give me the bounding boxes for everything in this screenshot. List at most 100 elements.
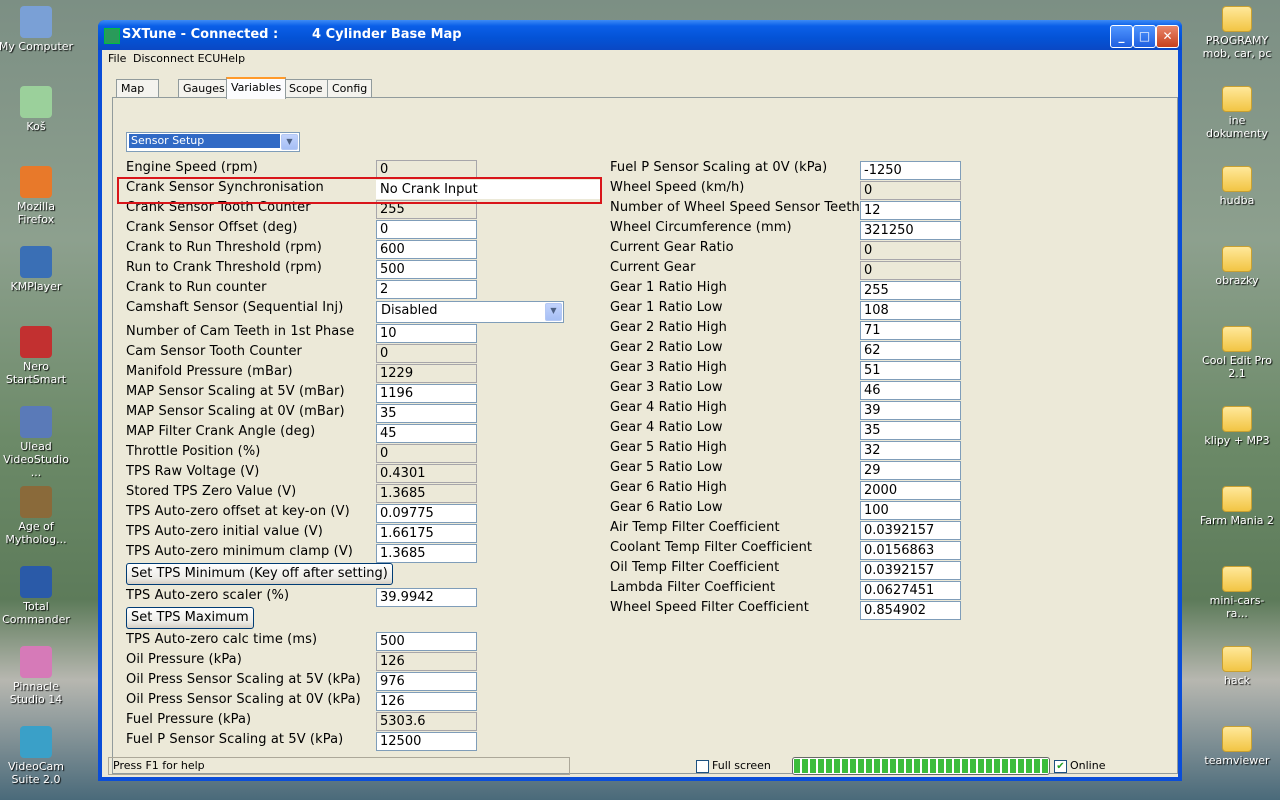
menu-bar: File Disconnect ECU Help: [102, 50, 1178, 68]
title-bar[interactable]: SXTune - Connected : 4 Cylinder Base Map…: [98, 20, 1182, 50]
folder-icon: [1222, 166, 1252, 192]
app-icon: [20, 486, 52, 518]
field-throttle-position: 0: [376, 444, 477, 463]
desktop-icon-teamviewer[interactable]: teamviewer: [1199, 726, 1275, 767]
field-gear-5-ratio-high[interactable]: 32: [860, 441, 961, 460]
label-map-filter-crank-angle-deg: MAP Filter Crank Angle (deg): [126, 424, 316, 439]
tab-gauges[interactable]: Gauges: [178, 79, 230, 97]
field-map-filter-crank-angle-deg[interactable]: 45: [376, 424, 477, 443]
field-gear-4-ratio-low[interactable]: 35: [860, 421, 961, 440]
desktop-icon-hudba[interactable]: hudba: [1199, 166, 1275, 207]
set-tps-maximum-button[interactable]: Set TPS Maximum: [126, 607, 254, 629]
desktop-icon-label: Pinnacle Studio 14: [9, 680, 63, 706]
category-select[interactable]: Sensor Setup ▼: [126, 132, 300, 152]
chevron-down-icon[interactable]: ▼: [545, 303, 562, 321]
desktop-icon-mini-cars-ra[interactable]: mini-cars-ra...: [1199, 566, 1275, 620]
chevron-down-icon[interactable]: ▼: [281, 134, 298, 150]
menu-disconnect-ecu[interactable]: Disconnect ECU: [133, 52, 220, 65]
field-gear-1-ratio-low[interactable]: 108: [860, 301, 961, 320]
minimize-button[interactable]: _: [1110, 25, 1133, 48]
folder-icon: [1222, 6, 1252, 32]
field-gear-6-ratio-low[interactable]: 100: [860, 501, 961, 520]
field-coolant-temp-filter-coefficient[interactable]: 0.0156863: [860, 541, 961, 560]
desktop-icon-cool-edit-pro-2-1[interactable]: Cool Edit Pro 2.1: [1199, 326, 1275, 380]
field-number-of-wheel-speed-sensor-teeth[interactable]: 12: [860, 201, 961, 220]
desktop-icon-programy-mob-car-pc[interactable]: PROGRAMY mob, car, pc: [1199, 6, 1275, 60]
desktop-icon-nero-startsmart[interactable]: Nero StartSmart: [0, 326, 74, 386]
set-tps-minimum-key-off-after-setting-button[interactable]: Set TPS Minimum (Key off after setting): [126, 563, 393, 585]
field-fuel-p-sensor-scaling-at-0v-kpa[interactable]: -1250: [860, 161, 961, 180]
label-gear-5-ratio-low: Gear 5 Ratio Low: [610, 460, 723, 475]
field-gear-3-ratio-low[interactable]: 46: [860, 381, 961, 400]
desktop-icon-ulead-videostudio[interactable]: Ulead VideoStudio ...: [0, 406, 74, 479]
label-oil-press-sensor-scaling-at-0v-kpa: Oil Press Sensor Scaling at 0V (kPa): [126, 692, 361, 707]
desktop-icon-mozilla-firefox[interactable]: Mozilla Firefox: [0, 166, 74, 226]
camshaft-sensor-select[interactable]: Disabled ▼: [376, 301, 564, 323]
field-air-temp-filter-coefficient[interactable]: 0.0392157: [860, 521, 961, 540]
tab-scope[interactable]: Scope: [284, 79, 328, 97]
field-crank-to-run-threshold-rpm[interactable]: 600: [376, 240, 477, 259]
desktop-icon-total-commander[interactable]: Total Commander: [0, 566, 74, 626]
label-oil-pressure-kpa: Oil Pressure (kPa): [126, 652, 242, 667]
sxtune-window: SXTune - Connected : 4 Cylinder Base Map…: [98, 20, 1182, 781]
menu-help[interactable]: Help: [220, 52, 245, 65]
label-cam-sensor-tooth-counter: Cam Sensor Tooth Counter: [126, 344, 302, 359]
field-crank-sensor-synchronisation[interactable]: No Crank Input: [376, 180, 600, 199]
field-gear-1-ratio-high[interactable]: 255: [860, 281, 961, 300]
field-gear-2-ratio-high[interactable]: 71: [860, 321, 961, 340]
field-wheel-circumference-mm[interactable]: 321250: [860, 221, 961, 240]
desktop-icon-pinnacle-studio-14[interactable]: Pinnacle Studio 14: [0, 646, 74, 706]
label-map-sensor-scaling-at-5v-mbar: MAP Sensor Scaling at 5V (mBar): [126, 384, 345, 399]
desktop-icon-ine-dokumenty[interactable]: ine dokumenty: [1199, 86, 1275, 140]
field-wheel-speed-filter-coefficient[interactable]: 0.854902: [860, 601, 961, 620]
maximize-button[interactable]: □: [1133, 25, 1156, 48]
desktop-icon-klipy-mp3[interactable]: klipy + MP3: [1199, 406, 1275, 447]
folder-icon: [1222, 726, 1252, 752]
field-fuel-p-sensor-scaling-at-5v-kpa[interactable]: 12500: [376, 732, 477, 751]
online-checkbox[interactable]: ✔: [1054, 760, 1067, 773]
field-crank-to-run-counter[interactable]: 2: [376, 280, 477, 299]
field-crank-sensor-offset-deg[interactable]: 0: [376, 220, 477, 239]
desktop-icon-videocam-suite-2-0[interactable]: VideoCam Suite 2.0: [0, 726, 74, 786]
tab-config[interactable]: Config: [327, 79, 373, 97]
label-fuel-pressure-kpa: Fuel Pressure (kPa): [126, 712, 252, 727]
desktop-icon-kmplayer[interactable]: KMPlayer: [0, 246, 74, 293]
field-tps-auto-zero-scaler[interactable]: 39.9942: [376, 588, 477, 607]
field-number-of-cam-teeth-in-1st-phase[interactable]: 10: [376, 324, 477, 343]
desktop-icon-hack[interactable]: hack: [1199, 646, 1275, 687]
field-gear-6-ratio-high[interactable]: 2000: [860, 481, 961, 500]
field-run-to-crank-threshold-rpm[interactable]: 500: [376, 260, 477, 279]
app-icon: [20, 6, 52, 38]
label-air-temp-filter-coefficient: Air Temp Filter Coefficient: [610, 520, 780, 535]
desktop-icon-age-of-mytholog[interactable]: Age of Mytholog...: [0, 486, 74, 546]
desktop-icon-obrazky[interactable]: obrazky: [1199, 246, 1275, 287]
desktop-icon-farm-mania-2[interactable]: Farm Mania 2: [1199, 486, 1275, 527]
app-icon: [20, 86, 52, 118]
fullscreen-checkbox[interactable]: [696, 760, 709, 773]
field-gear-3-ratio-high[interactable]: 51: [860, 361, 961, 380]
field-gear-5-ratio-low[interactable]: 29: [860, 461, 961, 480]
field-tps-auto-zero-calc-time-ms[interactable]: 500: [376, 632, 477, 651]
desktop-icon-ko[interactable]: Koš: [0, 86, 74, 133]
field-lambda-filter-coefficient[interactable]: 0.0627451: [860, 581, 961, 600]
field-oil-temp-filter-coefficient[interactable]: 0.0392157: [860, 561, 961, 580]
field-gear-4-ratio-high[interactable]: 39: [860, 401, 961, 420]
desktop-icon-label: hack: [1223, 674, 1251, 687]
field-tps-auto-zero-offset-at-key-on-v[interactable]: 0.09775: [376, 504, 477, 523]
field-oil-press-sensor-scaling-at-5v-kpa[interactable]: 976: [376, 672, 477, 691]
field-map-sensor-scaling-at-5v-mbar[interactable]: 1196: [376, 384, 477, 403]
label-lambda-filter-coefficient: Lambda Filter Coefficient: [610, 580, 776, 595]
field-tps-auto-zero-minimum-clamp-v[interactable]: 1.3685: [376, 544, 477, 563]
desktop-icon-my-computer[interactable]: My Computer: [0, 6, 74, 53]
fullscreen-label: Full screen: [712, 759, 771, 772]
folder-icon: [1222, 246, 1252, 272]
label-oil-press-sensor-scaling-at-5v-kpa: Oil Press Sensor Scaling at 5V (kPa): [126, 672, 361, 687]
field-tps-auto-zero-initial-value-v[interactable]: 1.66175: [376, 524, 477, 543]
menu-file[interactable]: File: [108, 52, 126, 65]
field-oil-press-sensor-scaling-at-0v-kpa[interactable]: 126: [376, 692, 477, 711]
close-button[interactable]: ✕: [1156, 25, 1179, 48]
field-map-sensor-scaling-at-0v-mbar[interactable]: 35: [376, 404, 477, 423]
tab-map-editor[interactable]: Map Editor: [116, 79, 159, 112]
field-gear-2-ratio-low[interactable]: 62: [860, 341, 961, 360]
tab-variables[interactable]: Variables: [226, 77, 287, 99]
